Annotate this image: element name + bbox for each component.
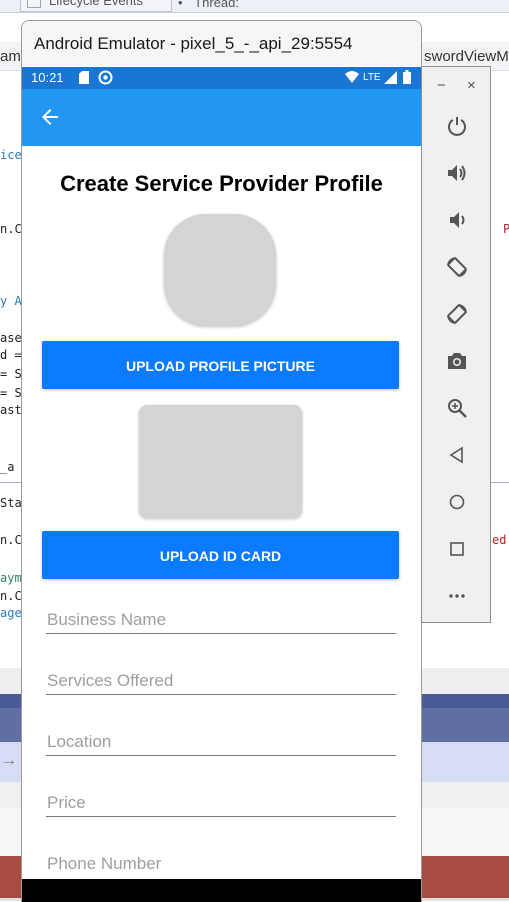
ide-tab-label: Lifecycle Events xyxy=(49,0,143,8)
camera-icon xyxy=(448,353,466,369)
ide-code-line: Sta xyxy=(0,496,22,510)
lifecycle-icon xyxy=(27,0,41,8)
rotate-right-button[interactable] xyxy=(443,300,471,328)
rotate-left-icon xyxy=(447,257,467,277)
business-name-input[interactable]: Business Name xyxy=(46,605,396,634)
ide-tab-thread[interactable]: • Thread: xyxy=(178,0,239,10)
upload-profile-picture-button[interactable]: UPLOAD PROFILE PICTURE xyxy=(42,341,399,389)
ide-code-line: d = xyxy=(0,348,22,362)
ide-tab-separator: • xyxy=(178,0,183,10)
signal-icon xyxy=(384,71,397,84)
back-icon xyxy=(449,446,463,464)
rotate-left-button[interactable] xyxy=(443,253,471,281)
location-placeholder: Location xyxy=(47,732,112,751)
battery-icon xyxy=(403,70,411,84)
volume-up-button[interactable] xyxy=(443,159,471,187)
price-input[interactable]: Price xyxy=(46,788,396,817)
more-icon xyxy=(449,594,465,598)
ide-header-right-text: swordViewMod xyxy=(424,48,509,65)
android-status-bar: 10:21 LTE xyxy=(22,67,421,89)
phone-number-placeholder: Phone Number xyxy=(47,854,162,873)
services-offered-input[interactable]: Services Offered xyxy=(46,666,396,695)
volume-up-icon xyxy=(448,165,466,181)
ide-code-fragment: ed xyxy=(492,533,507,547)
forward-arrow-icon[interactable]: → xyxy=(1,752,17,770)
profile-picture-placeholder xyxy=(164,214,276,326)
home-button[interactable] xyxy=(443,488,471,516)
power-icon xyxy=(448,117,466,136)
ide-tab-label: Thread: xyxy=(194,0,239,10)
wifi-icon xyxy=(345,71,359,83)
volume-down-icon xyxy=(450,212,465,228)
ide-header-left-text: am xyxy=(0,48,21,65)
minimize-icon[interactable]: − xyxy=(437,77,446,94)
ide-code-line: _a xyxy=(0,460,15,474)
sd-card-icon xyxy=(79,71,89,84)
upload-id-card-button[interactable]: UPLOAD ID CARD xyxy=(42,531,399,579)
ide-tab-lifecycle-events[interactable]: Lifecycle Events xyxy=(20,0,172,12)
zoom-icon xyxy=(448,399,467,418)
sync-icon xyxy=(98,70,113,85)
screenshot-button[interactable] xyxy=(443,347,471,375)
power-button[interactable] xyxy=(443,112,471,140)
home-icon xyxy=(449,494,465,510)
overview-button[interactable] xyxy=(443,535,471,563)
overview-icon xyxy=(450,542,464,556)
services-offered-placeholder: Services Offered xyxy=(47,671,174,690)
page-title: Create Service Provider Profile xyxy=(60,171,383,196)
status-time: 10:21 xyxy=(31,70,64,85)
emulator-toolbar: − × xyxy=(421,66,491,623)
android-navigation-bar xyxy=(22,879,421,902)
back-button[interactable] xyxy=(443,441,471,469)
emulator-title-bar[interactable]: Android Emulator - pixel_5_-_api_29:5554 xyxy=(22,21,421,66)
network-type: LTE xyxy=(363,72,381,83)
close-icon[interactable]: × xyxy=(467,77,476,94)
phone-number-input[interactable]: Phone Number xyxy=(46,849,396,877)
volume-down-button[interactable] xyxy=(443,206,471,234)
emulator-window-title: Android Emulator - pixel_5_-_api_29:5554 xyxy=(34,34,353,53)
price-placeholder: Price xyxy=(47,793,86,812)
location-input[interactable]: Location xyxy=(46,727,396,756)
zoom-button[interactable] xyxy=(443,394,471,422)
app-bar xyxy=(22,89,421,146)
id-card-placeholder xyxy=(139,405,302,518)
more-button[interactable] xyxy=(443,582,471,610)
ide-tab-bar: Lifecycle Events • Thread: xyxy=(0,0,509,13)
rotate-right-icon xyxy=(447,304,467,324)
emulator-window: Android Emulator - pixel_5_-_api_29:5554… xyxy=(21,20,422,902)
ide-code-fragment: P xyxy=(503,222,509,236)
back-arrow-icon[interactable] xyxy=(38,105,62,129)
business-name-placeholder: Business Name xyxy=(47,610,167,629)
